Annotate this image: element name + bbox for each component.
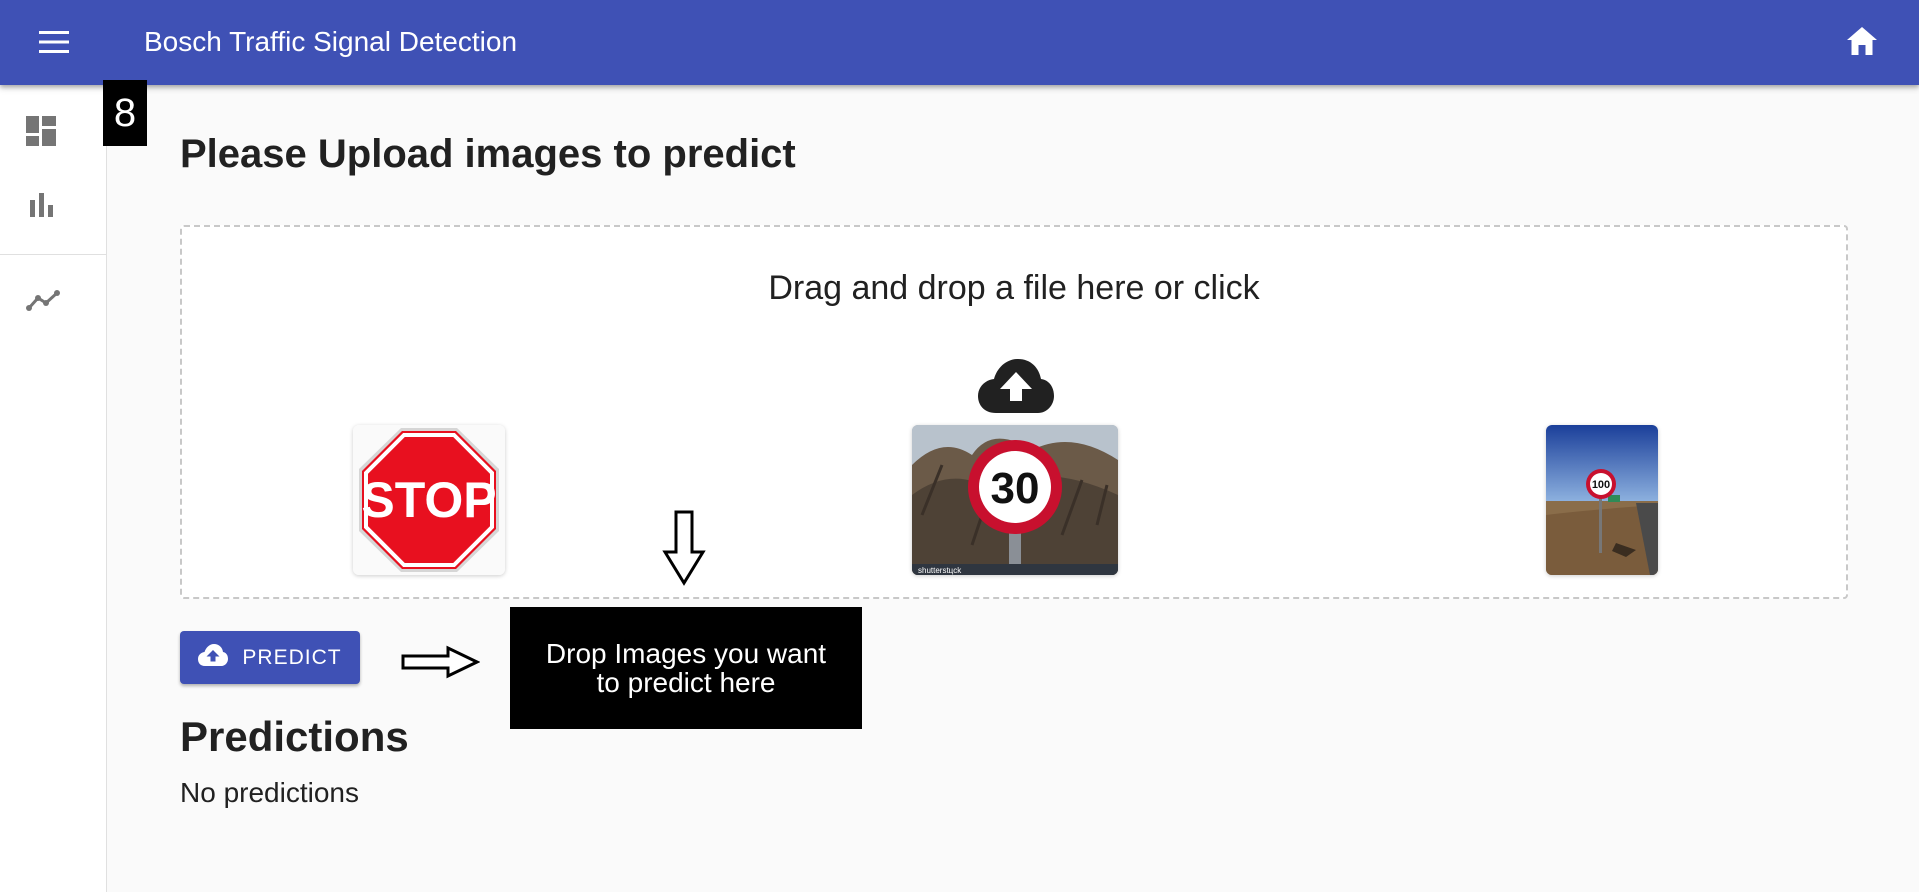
sidebar-divider: [0, 254, 107, 255]
bar-chart-icon: [26, 190, 56, 225]
stop-sign-text: STOP: [361, 472, 496, 528]
cloud-upload-icon: [198, 643, 229, 672]
dashboard-icon: [26, 115, 56, 151]
sidebar-item-dashboard[interactable]: [0, 103, 107, 163]
app-bar: Bosch Traffic Signal Detection: [0, 0, 1919, 85]
predictions-empty-text: No predictions: [180, 777, 359, 808]
home-icon[interactable]: [1837, 16, 1887, 66]
predictions-title: Predictions: [180, 713, 409, 760]
arrow-right-icon: [401, 645, 480, 679]
page-title: Please Upload images to predict: [180, 132, 796, 176]
step-badge: 8: [103, 80, 147, 146]
predict-button-label: PREDICT: [242, 645, 342, 669]
menu-icon[interactable]: [32, 20, 76, 64]
sidebar: [0, 85, 107, 892]
app-title: Bosch Traffic Signal Detection: [144, 26, 518, 57]
speed-limit-30-image: 30 shutterstцck: [912, 425, 1118, 575]
cloud-upload-icon: [978, 359, 1054, 413]
timeline-icon: [26, 289, 60, 317]
speed-100-text: 100: [1592, 479, 1610, 491]
speed-limit-100-image: 100: [1546, 425, 1658, 575]
arrow-down-icon: [662, 510, 706, 586]
dropzone-text: Drag and drop a file here or click: [768, 269, 1260, 307]
annotation-callout: Drop Images you want to predict here: [510, 607, 862, 729]
file-dropzone[interactable]: Drag and drop a file here or click STOP …: [180, 225, 1848, 599]
predict-button[interactable]: PREDICT: [180, 631, 360, 684]
sidebar-item-charts[interactable]: [0, 177, 107, 237]
stop-sign-image: STOP: [353, 425, 505, 575]
watermark-text: shutterstцck: [918, 566, 962, 575]
speed-30-text: 30: [991, 464, 1040, 513]
sidebar-item-timeline[interactable]: [0, 273, 107, 333]
